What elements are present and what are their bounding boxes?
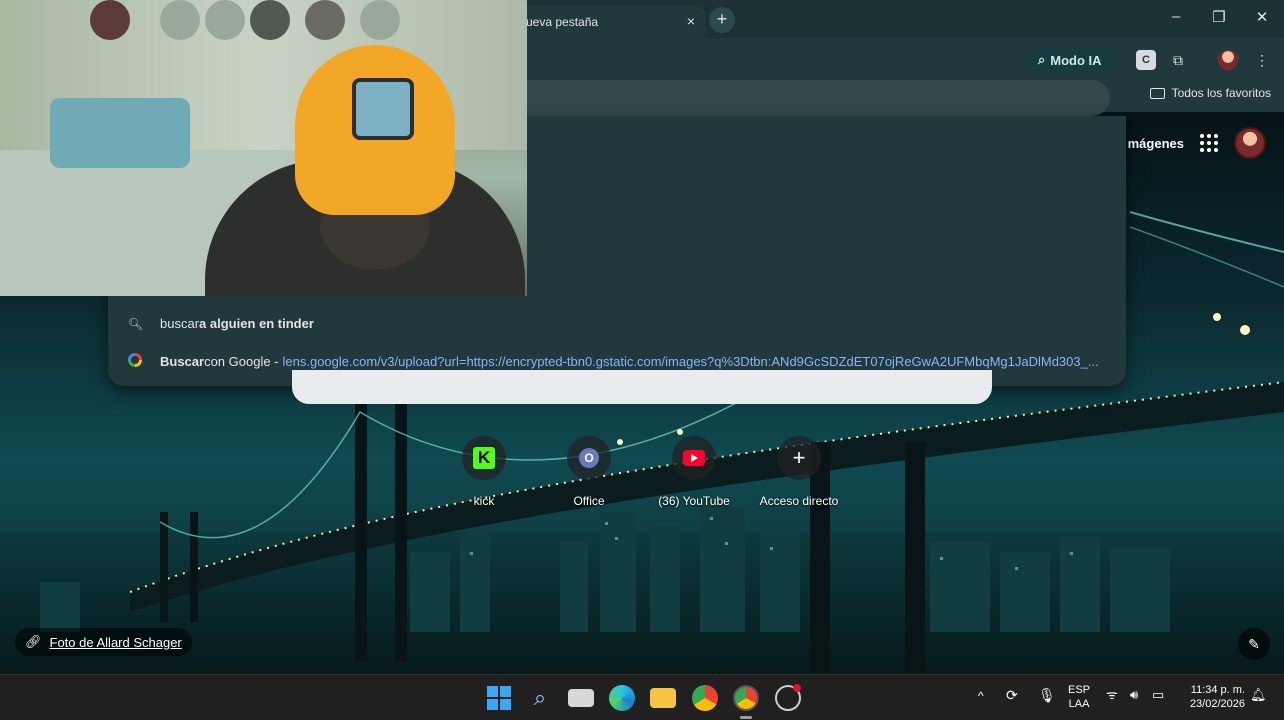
- youtube-icon: [683, 450, 705, 466]
- suggestion-lens-row[interactable]: Buscar con Google - lens.google.com/v3/u…: [128, 353, 1099, 370]
- folder-icon: [1149, 87, 1165, 99]
- active-app-indicator: [740, 716, 752, 719]
- file-explorer-icon[interactable]: [650, 688, 676, 708]
- notification-bell-icon[interactable]: 🔔︎: [1250, 688, 1267, 702]
- chrome-profile-icon[interactable]: [733, 685, 759, 711]
- new-tab-button[interactable]: +: [709, 7, 735, 33]
- volume-icon[interactable]: 🔊︎: [1130, 688, 1138, 702]
- images-link[interactable]: mágenes: [1128, 136, 1184, 151]
- photo-credit-text: Foto de Allard Schager: [49, 634, 182, 650]
- language-indicator[interactable]: ESP LAA: [1068, 683, 1090, 711]
- shortcut-label: (36) YouTube: [658, 494, 730, 508]
- suggestion-url: lens.google.com/v3/upload?url=https://en…: [282, 354, 1099, 369]
- search-icon[interactable]: ⌕: [527, 685, 553, 711]
- shortcut-office-tile: O: [567, 436, 611, 480]
- ntp-search-box[interactable]: [292, 370, 992, 404]
- sparkle-search-icon: ⌕: [1038, 52, 1046, 67]
- minimize-button[interactable]: –: [1162, 8, 1190, 25]
- edge-icon[interactable]: [609, 685, 635, 711]
- suggestion-search-row[interactable]: 🔍︎ buscar a alguien en tinder: [128, 316, 314, 331]
- battery-icon[interactable]: ▭: [1152, 688, 1164, 702]
- tab-new-tab[interactable]: ueva pestaña ×: [510, 6, 705, 38]
- ntp-header-links: mágenes: [1128, 112, 1284, 174]
- photo-credit-link[interactable]: 🔗︎ Foto de Allard Schager: [15, 628, 192, 656]
- shortcut-kick-tile: K: [462, 436, 506, 480]
- maximize-button[interactable]: ❐: [1205, 8, 1233, 26]
- wall-cap: [160, 0, 200, 40]
- wifi-icon[interactable]: ᯤ: [1106, 688, 1118, 702]
- windows-taskbar: ⌕ ^ ⟳ 🎙︎ ESP LAA ᯤ 🔊︎ ▭ 11:34 p. m. 23/0…: [0, 674, 1284, 720]
- shortcut-kick[interactable]: K kick: [429, 436, 539, 508]
- suggestion-buscar-label: Buscar: [160, 354, 205, 369]
- shortcut-office[interactable]: O Office: [534, 436, 644, 508]
- microphone-icon[interactable]: 🎙︎: [1038, 688, 1056, 702]
- extensions-puzzle-icon[interactable]: ⧉: [1168, 50, 1188, 70]
- address-bar-input[interactable]: [510, 80, 1110, 116]
- search-icon: 🔍︎: [128, 316, 144, 331]
- close-window-button[interactable]: ✕: [1248, 8, 1276, 26]
- profile-avatar-icon[interactable]: [1218, 50, 1238, 70]
- kick-icon: K: [473, 447, 495, 469]
- keyboard-layout: LAA: [1068, 698, 1090, 710]
- all-bookmarks-button[interactable]: Todos los favoritos: [1149, 86, 1271, 100]
- webcam-overlay: [0, 0, 527, 296]
- shortcut-label: Acceso directo: [759, 494, 839, 508]
- webcam-pillow: [50, 98, 190, 168]
- apps-grid-icon[interactable]: [1200, 134, 1218, 152]
- chrome-icon[interactable]: [692, 685, 718, 711]
- tab-title: ueva pestaña: [526, 15, 599, 29]
- shortcut-add[interactable]: + Acceso directo: [744, 436, 854, 508]
- shortcut-youtube-tile: [672, 436, 716, 480]
- chevron-up-icon[interactable]: ^: [978, 689, 984, 703]
- language-code: ESP: [1068, 684, 1091, 696]
- clock-date: 23/02/2026: [1189, 698, 1245, 710]
- customize-pencil-icon[interactable]: ✎: [1238, 628, 1270, 660]
- task-view-icon[interactable]: [568, 689, 594, 707]
- office-icon: O: [579, 448, 599, 468]
- modo-ia-label: Modo IA: [1050, 52, 1102, 68]
- wall-cap: [360, 0, 400, 40]
- shark-patch: [352, 78, 414, 140]
- modo-ia-button[interactable]: ⌕ Modo IA: [1028, 47, 1112, 73]
- suggestion-text-prefix: buscar: [160, 316, 200, 331]
- shortcut-youtube[interactable]: (36) YouTube: [639, 436, 749, 508]
- close-tab-icon[interactable]: ×: [687, 13, 695, 29]
- clock[interactable]: 11:34 p. m. 23/02/2026: [1183, 683, 1245, 711]
- shortcut-add-tile: +: [777, 436, 821, 480]
- windows-start-icon[interactable]: [486, 685, 512, 711]
- menu-kebab-icon[interactable]: ⋮: [1252, 50, 1272, 70]
- suggestion-google-text: con Google -: [204, 354, 279, 369]
- shortcut-label: kick: [473, 494, 495, 508]
- sync-icon[interactable]: ⟳: [1006, 688, 1018, 702]
- wall-cap: [305, 0, 345, 40]
- suggestion-text-bold: a alguien en tinder: [199, 316, 314, 331]
- google-icon-wrap: [128, 353, 142, 370]
- wall-cap: [250, 0, 290, 40]
- shortcut-label: Office: [573, 494, 605, 508]
- all-bookmarks-label: Todos los favoritos: [1171, 86, 1271, 100]
- link-icon: 🔗︎: [25, 634, 42, 649]
- wall-cap: [90, 0, 130, 40]
- recording-badge: [793, 684, 801, 692]
- google-g-icon: [128, 353, 142, 367]
- account-avatar[interactable]: [1234, 127, 1266, 159]
- clock-time: 11:34 p. m.: [1190, 684, 1245, 696]
- wall-cap: [205, 0, 245, 40]
- plus-icon: +: [792, 445, 806, 470]
- extension-c-icon[interactable]: C: [1136, 50, 1156, 70]
